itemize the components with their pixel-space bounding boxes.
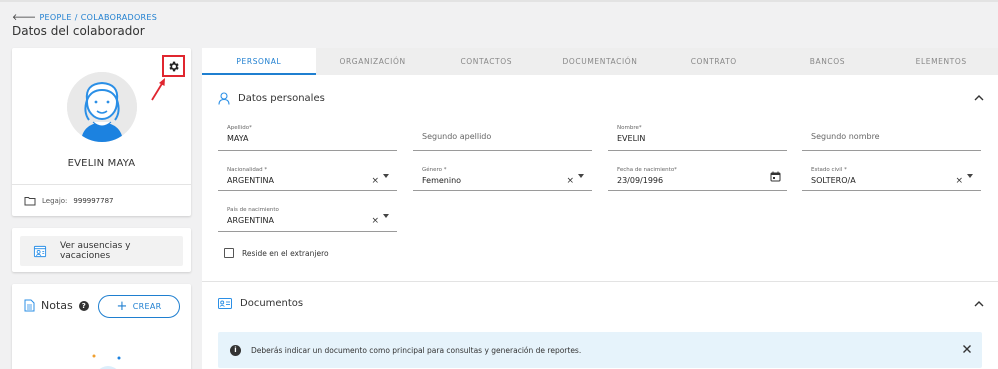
settings-button[interactable]	[162, 55, 185, 77]
chevron-up-icon[interactable]	[973, 299, 985, 309]
create-note-label: CREAR	[132, 302, 162, 311]
clear-icon[interactable]: ×	[566, 176, 574, 186]
estado-civil-select[interactable]: Estado civil * SOLTERO/A ×	[802, 164, 981, 191]
apellido-label: Apellido*	[227, 125, 252, 131]
estado-civil-value: SOLTERO/A	[811, 176, 856, 185]
genero-label: Género *	[422, 167, 447, 173]
clear-icon[interactable]: ×	[955, 176, 963, 186]
folder-icon	[24, 196, 36, 205]
notes-illustration-icon	[92, 354, 121, 369]
absence-card: Ver ausencias y vacaciones	[12, 228, 191, 272]
tab-contactos[interactable]: CONTACTOS	[429, 48, 543, 75]
legajo-row: Legajo: 999997787	[12, 184, 191, 216]
nacionalidad-select[interactable]: Nacionalidad * ARGENTINA ×	[218, 164, 397, 191]
pais-nacimiento-value: ARGENTINA	[227, 216, 274, 225]
notes-header: Notas ?	[24, 299, 89, 312]
segundo-nombre-placeholder: Segundo nombre	[811, 132, 880, 141]
top-divider	[0, 0, 998, 2]
chevron-down-icon[interactable]	[578, 174, 584, 178]
legajo-label: Legajo:	[42, 196, 68, 205]
help-icon[interactable]: ?	[78, 300, 89, 311]
tab-bancos[interactable]: BANCOS	[771, 48, 885, 75]
view-absences-button[interactable]: Ver ausencias y vacaciones	[20, 236, 183, 266]
pais-nacimiento-label: País de nacimiento	[227, 207, 279, 213]
info-banner: i Deberás indicar un documento como prin…	[218, 332, 982, 368]
notes-card: Notas ? + CREAR	[12, 284, 191, 369]
tab-contrato[interactable]: CONTRATO	[657, 48, 771, 75]
fecha-nacimiento-label: Fecha de nacimiento*	[617, 167, 677, 173]
nombre-field[interactable]: Nombre* EVELIN	[608, 124, 787, 151]
fecha-nacimiento-value: 23/09/1996	[617, 176, 664, 185]
info-banner-text: Deberás indicar un documento como princi…	[251, 345, 582, 355]
back-arrow-icon[interactable]: 🡐	[12, 12, 36, 23]
nacionalidad-label: Nacionalidad *	[227, 167, 268, 173]
main-panel: Datos personales Apellido* MAYA Segundo …	[202, 75, 998, 369]
annotation-arrow-icon	[151, 78, 165, 101]
documentos-section-header[interactable]: Documentos	[218, 298, 303, 309]
genero-value: Femenino	[422, 176, 462, 185]
nacionalidad-value: ARGENTINA	[227, 176, 274, 185]
personal-section-header[interactable]: Datos personales	[218, 92, 325, 105]
documentos-section-title: Documentos	[240, 298, 304, 309]
breadcrumb-people[interactable]: PEOPLE	[39, 13, 71, 22]
document-icon	[24, 299, 35, 312]
chevron-down-icon[interactable]	[967, 174, 973, 178]
chevron-down-icon[interactable]	[383, 214, 389, 218]
person-icon	[218, 92, 230, 105]
chevron-up-icon[interactable]	[973, 93, 985, 103]
genero-select[interactable]: Género * Femenino ×	[413, 164, 592, 191]
chevron-down-icon[interactable]	[383, 174, 389, 178]
personal-section-title: Datos personales	[238, 93, 325, 104]
tab-organizacion[interactable]: ORGANIZACIÓN	[316, 48, 430, 75]
view-absences-label: Ver ausencias y vacaciones	[59, 241, 131, 261]
calendar-user-icon	[33, 245, 47, 257]
nombre-label: Nombre*	[617, 125, 642, 131]
info-icon: i	[230, 344, 241, 356]
fecha-nacimiento-field[interactable]: Fecha de nacimiento* 23/09/1996	[608, 164, 787, 191]
apellido-field[interactable]: Apellido* MAYA	[218, 124, 397, 151]
breadcrumb-colaboradores[interactable]: COLABORADORES	[81, 13, 157, 22]
id-card-icon	[218, 298, 232, 309]
section-divider	[202, 281, 998, 282]
legajo-value: 999997787	[73, 196, 114, 205]
avatar	[67, 72, 137, 142]
tab-bar: PERSONAL ORGANIZACIÓN CONTACTOS DOCUMENT…	[202, 48, 998, 75]
clear-icon[interactable]: ×	[371, 176, 379, 186]
estado-civil-label: Estado civil *	[811, 167, 847, 173]
apellido-value: MAYA	[227, 134, 249, 143]
gear-icon	[169, 61, 179, 71]
segundo-apellido-placeholder: Segundo apellido	[422, 132, 492, 141]
segundo-nombre-field[interactable]: Segundo nombre	[802, 124, 981, 151]
pais-nacimiento-select[interactable]: País de nacimiento ARGENTINA ×	[218, 205, 397, 232]
employee-name: EVELIN MAYA	[67, 158, 136, 169]
notes-title: Notas	[41, 299, 73, 312]
close-icon[interactable]	[962, 344, 972, 354]
breadcrumb-separator: /	[74, 13, 78, 22]
breadcrumb: 🡐 PEOPLE / COLABORADORES	[12, 12, 157, 23]
reside-extranjero-checkbox[interactable]	[224, 248, 234, 258]
tab-personal[interactable]: PERSONAL	[202, 48, 316, 75]
calendar-icon[interactable]	[770, 171, 781, 182]
page-title: Datos del colaborador	[12, 24, 145, 38]
clear-icon[interactable]: ×	[371, 216, 379, 226]
reside-extranjero-row: Reside en el extranjero	[224, 248, 329, 258]
reside-extranjero-label: Reside en el extranjero	[242, 248, 329, 258]
plus-icon: +	[116, 299, 128, 314]
tab-elementos[interactable]: ELEMENTOS	[884, 48, 998, 75]
nombre-value: EVELIN	[617, 134, 646, 143]
tab-documentacion[interactable]: DOCUMENTACIÓN	[543, 48, 657, 75]
create-note-button[interactable]: + CREAR	[98, 295, 180, 318]
segundo-apellido-field[interactable]: Segundo apellido	[413, 124, 592, 151]
